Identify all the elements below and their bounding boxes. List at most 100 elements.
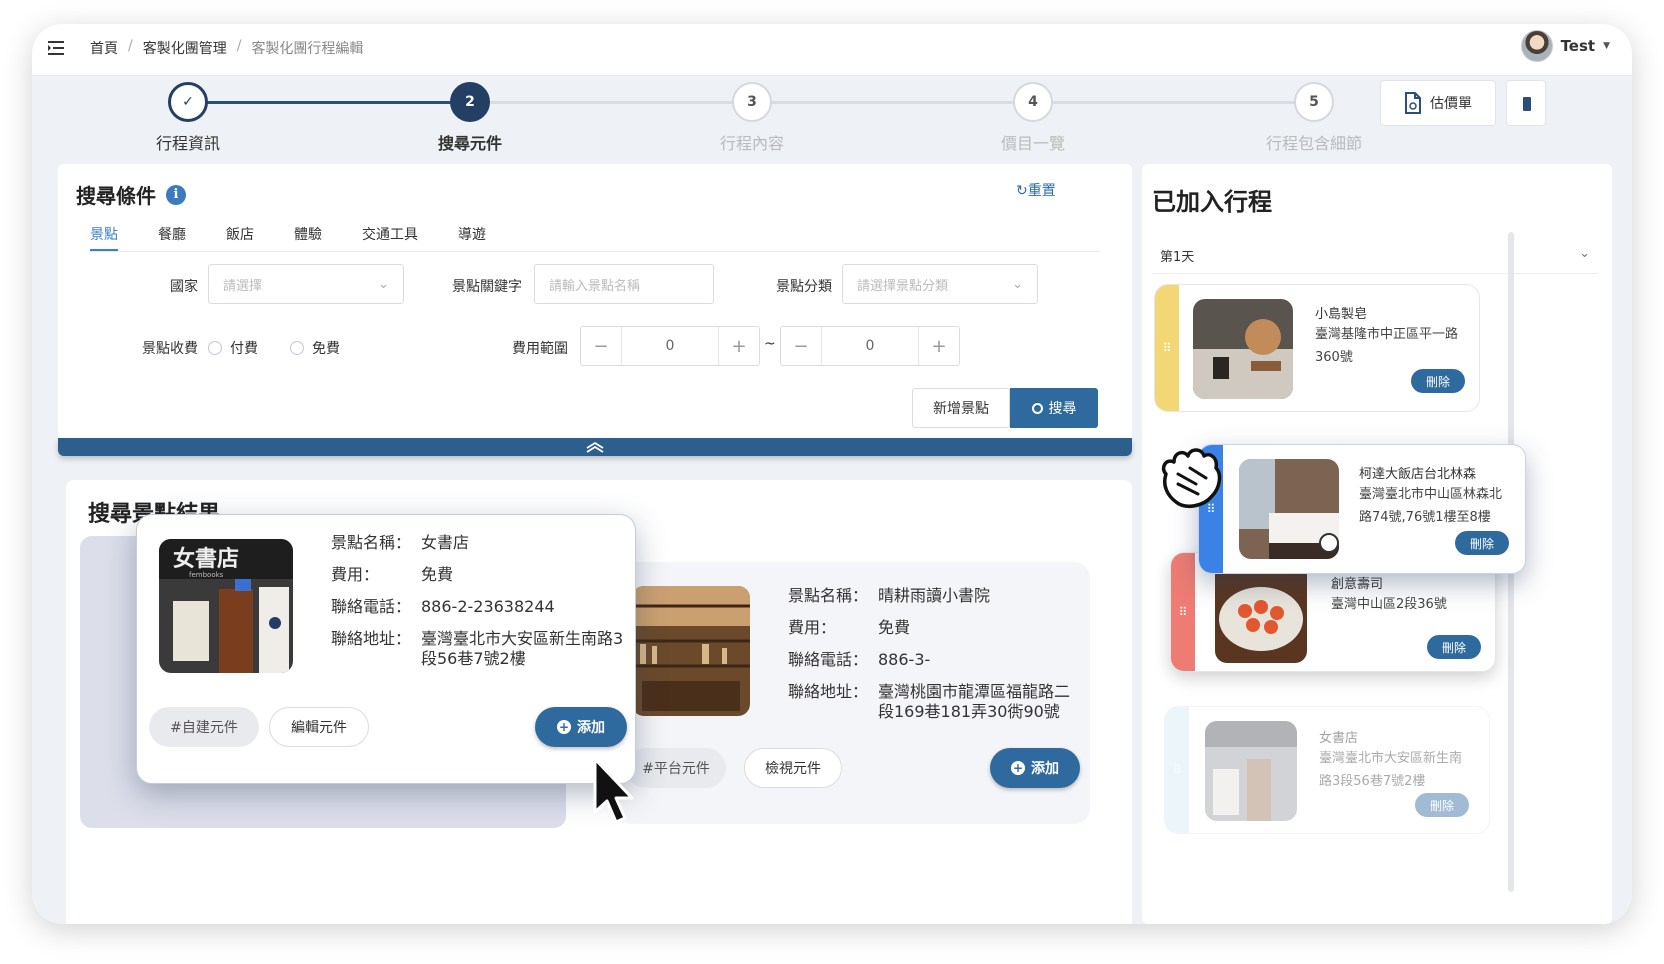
range-label: 費用範圍: [512, 341, 568, 357]
result-card-dragging[interactable]: 女書店 fembooks 景點名稱： 女書店 費用： 免費 聯絡電話： 886-2-23…: [136, 514, 636, 784]
step-2[interactable]: 2: [450, 82, 490, 122]
category-tabs: 景點 餐廳 飯店 體驗 交通工具 導遊: [90, 222, 1100, 252]
search-button-label: 搜尋: [1048, 401, 1077, 417]
step-2-label: 搜尋元件: [437, 134, 502, 153]
delete-button[interactable]: 刪除: [1455, 531, 1509, 555]
keyword-input[interactable]: 請輸入景點名稱: [534, 264, 714, 304]
range-min-stepper[interactable]: − 0 +: [580, 326, 760, 366]
search-title-text: 搜尋條件: [76, 184, 156, 208]
view-component-button[interactable]: 檢視元件: [744, 748, 842, 788]
tag-platform: #平台元件: [626, 748, 726, 788]
field-label: 聯絡電話：: [788, 650, 869, 669]
keyword-label: 景點關鍵字: [452, 279, 522, 295]
add-attraction-button[interactable]: 新增景點: [912, 388, 1010, 428]
field-label: 費用：: [788, 618, 837, 637]
field-label: 景點名稱：: [788, 586, 869, 605]
reset-label: 重置: [1027, 183, 1056, 199]
minus-icon[interactable]: −: [581, 327, 621, 365]
tab-restaurants[interactable]: 餐廳: [158, 222, 186, 251]
plus-icon[interactable]: +: [719, 327, 759, 365]
fee-radio-free-label: 免費: [312, 341, 340, 357]
user-name: Test: [1560, 37, 1596, 55]
country-label: 國家: [170, 279, 198, 295]
sign-text: 女書店: [173, 546, 239, 572]
breadcrumb-home[interactable]: 首頁: [90, 38, 118, 58]
user-menu[interactable]: Test ▼: [1520, 30, 1610, 62]
quote-button-label: 估價單: [1430, 96, 1472, 112]
keyword-placeholder: 請輸入景點名稱: [549, 278, 641, 294]
delete-button[interactable]: 刪除: [1411, 369, 1465, 393]
breadcrumb-current: 客製化團行程編輯: [251, 41, 364, 57]
reset-button[interactable]: ↻重置: [1016, 180, 1056, 200]
range-max-stepper[interactable]: − 0 +: [780, 326, 960, 366]
range-min-value[interactable]: 0: [621, 327, 719, 365]
result-2-phone: 886-3-: [878, 650, 931, 669]
grab-hand-icon: [1161, 448, 1222, 508]
step-4[interactable]: 4: [1013, 82, 1053, 122]
quote-button[interactable]: 估價單: [1380, 80, 1496, 126]
step-3[interactable]: 3: [732, 82, 772, 122]
category-select[interactable]: 請選擇景點分類 ⌄: [842, 264, 1038, 304]
result-2-address: 臺灣桃園市龍潭區福龍路二段169巷181弄30衖90號: [878, 682, 1071, 721]
breadcrumb-custom-tour[interactable]: 客製化團管理: [143, 38, 227, 58]
add-button[interactable]: + 添加: [535, 707, 627, 747]
chevron-down-icon: ⌄: [1012, 276, 1023, 292]
result-1-name: 女書店: [421, 533, 470, 552]
fee-radio-paid[interactable]: 付費: [208, 338, 258, 358]
step-3-label: 行程內容: [719, 134, 784, 153]
minus-icon[interactable]: −: [781, 327, 821, 365]
itinerary-item[interactable]: ⠿ 女書店 臺灣臺北市大安區新生南路3段56巷7號2樓 刪除: [1164, 706, 1490, 834]
tag-self-built: #自建元件: [149, 707, 259, 747]
search-button[interactable]: 搜尋: [1010, 388, 1098, 428]
item-name: 柯達大飯店台北林森: [1359, 467, 1477, 482]
range-separator: ~: [764, 336, 776, 352]
plus-icon[interactable]: +: [919, 327, 959, 365]
fee-radio-free[interactable]: 免費: [290, 338, 340, 358]
step-5[interactable]: 5: [1294, 82, 1334, 122]
add-button-label: 添加: [577, 720, 605, 736]
step-1[interactable]: ✓: [168, 82, 208, 122]
chevron-down-icon: ⌄: [1579, 246, 1590, 261]
drag-handle-icon[interactable]: ⠿: [1171, 553, 1195, 671]
itinerary-item-dragging[interactable]: ⠿ 柯達大飯店台北林森 臺灣臺北市中山區林森北路74號,76號1樓至8樓 刪除: [1198, 444, 1526, 574]
tab-experiences[interactable]: 體驗: [294, 222, 322, 251]
country-select[interactable]: 請選擇 ⌄: [208, 264, 404, 304]
add-button[interactable]: + 添加: [990, 748, 1080, 788]
drag-handle-icon[interactable]: ⠿: [1165, 707, 1189, 833]
day-selector[interactable]: 第1天 ⌄: [1152, 232, 1598, 274]
item-name: 小島製皂: [1315, 307, 1368, 322]
item-image-soap: [1193, 299, 1293, 399]
stepper-line-done: [188, 101, 470, 104]
result-1-details: 景點名稱： 女書店 費用： 免費 聯絡電話： 886-2-23638244 聯絡地址：…: [331, 527, 625, 669]
step-1-label: 行程資訊: [155, 134, 220, 153]
info-icon[interactable]: i: [166, 184, 186, 205]
result-1-phone: 886-2-23638244: [421, 597, 555, 616]
range-max-value[interactable]: 0: [821, 327, 919, 365]
itinerary-item[interactable]: ⠿ 小島製皂 臺灣基隆市中正區平一路360號 刪除: [1154, 284, 1480, 412]
avatar: [1520, 30, 1553, 62]
tab-transport[interactable]: 交通工具: [362, 222, 418, 251]
mouse-cursor-icon: [593, 757, 634, 824]
fee-radio-paid-label: 付費: [230, 341, 258, 357]
tab-attractions[interactable]: 景點: [90, 222, 118, 251]
collapse-bar[interactable]: [58, 438, 1132, 456]
delete-button[interactable]: 刪除: [1415, 793, 1469, 817]
item-address: 臺灣基隆市中正區平一路360號: [1315, 327, 1459, 365]
chevron-down-icon: ⌄: [378, 276, 389, 292]
result-2-fee: 免費: [878, 618, 911, 637]
secondary-action-button[interactable]: [1506, 80, 1546, 126]
field-label: 聯絡地址：: [331, 629, 412, 648]
edit-component-button[interactable]: 編輯元件: [269, 707, 369, 747]
tab-hotels[interactable]: 飯店: [226, 222, 254, 251]
tab-guides[interactable]: 導遊: [458, 222, 486, 251]
plus-circle-icon: +: [557, 720, 571, 734]
category-placeholder: 請選擇景點分類: [857, 278, 949, 294]
step-5-label: 行程包含細節: [1265, 134, 1362, 153]
delete-button[interactable]: 刪除: [1427, 635, 1481, 659]
drag-handle-icon[interactable]: ⠿: [1155, 285, 1179, 411]
menu-toggle-icon[interactable]: [46, 38, 66, 58]
country-placeholder: 請選擇: [223, 278, 263, 294]
document-icon: [1523, 97, 1531, 111]
result-2-details: 景點名稱： 晴耕雨讀小書院 費用： 免費 聯絡電話： 886-3- 聯絡地址： 臺灣桃園…: [788, 580, 1074, 722]
item-address: 臺灣中山區2段36號: [1331, 597, 1447, 612]
